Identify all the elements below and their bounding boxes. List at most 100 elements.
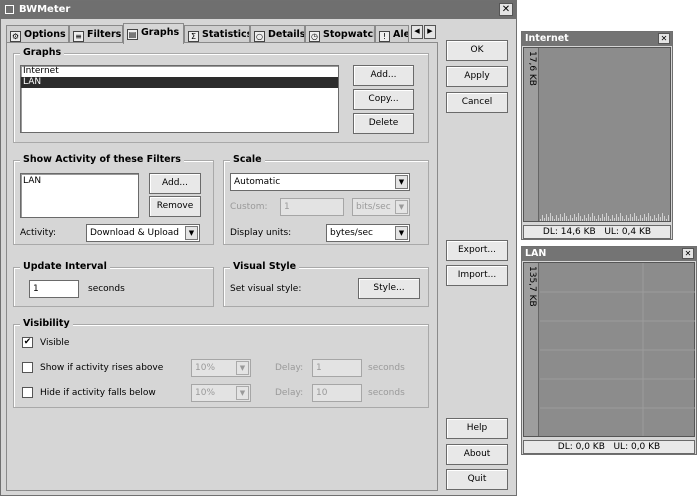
traffic-spike <box>644 214 645 221</box>
filters-group: Show Activity of these Filters LAN Add..… <box>13 154 214 245</box>
display-units-select[interactable]: bytes/sec ▼ <box>326 224 410 242</box>
scale-select[interactable]: Automatic ▼ <box>230 173 410 191</box>
list-item[interactable]: Internet <box>21 66 338 77</box>
traffic-spike <box>658 214 659 221</box>
traffic-spike <box>594 216 595 221</box>
add-filter-button[interactable]: Add... <box>149 173 201 194</box>
traffic-spike <box>590 217 591 221</box>
traffic-spike <box>662 213 663 221</box>
falls-delay-label: Delay: <box>275 388 304 398</box>
chevron-down-icon: ▼ <box>236 361 249 375</box>
internet-graph-window[interactable]: Internet ✕ 17,6 KB DL: 14,6 KB UL: 0,4 K… <box>521 31 673 240</box>
quit-button[interactable]: Quit <box>446 469 508 490</box>
tab-options[interactable]: ⚙ Options <box>6 25 69 43</box>
update-interval-input[interactable]: 1 <box>29 280 79 298</box>
traffic-spike <box>562 217 563 221</box>
internet-graph-titlebar[interactable]: Internet ✕ <box>522 32 672 46</box>
traffic-spike <box>598 215 599 221</box>
graphs-group: Graphs Internet LAN Add... Copy... Delet… <box>13 47 429 143</box>
traffic-spike <box>634 213 635 221</box>
traffic-spike <box>660 217 661 221</box>
hide-if-falls-label: Hide if activity falls below <box>40 388 156 398</box>
list-item[interactable]: LAN <box>21 176 138 187</box>
lan-graph-titlebar[interactable]: LAN ✕ <box>522 247 696 261</box>
activity-select[interactable]: Download & Upload ▼ <box>86 224 200 242</box>
traffic-spike <box>646 217 647 221</box>
lan-close-button[interactable]: ✕ <box>682 248 694 259</box>
style-button[interactable]: Style... <box>358 278 420 299</box>
custom-label: Custom: <box>230 202 268 212</box>
tab-scroll-right-button[interactable]: ▶ <box>424 25 436 39</box>
traffic-spike <box>628 218 629 221</box>
falls-delay-input[interactable]: 10 <box>312 384 362 402</box>
internet-traffic-bars <box>540 213 669 221</box>
apply-button[interactable]: Apply <box>446 66 508 87</box>
lan-graph-window[interactable]: LAN ✕ 135,7 KB DL: 0,0 KB UL: 0,0 KB <box>521 246 697 455</box>
traffic-spike <box>624 219 625 221</box>
import-button[interactable]: Import... <box>446 265 508 286</box>
rises-delay-label: Delay: <box>275 363 304 373</box>
internet-close-button[interactable]: ✕ <box>658 33 670 44</box>
tab-alerts[interactable]: !Aler <box>375 25 409 43</box>
hide-if-falls-checkbox[interactable] <box>22 387 33 398</box>
rises-delay-input[interactable]: 1 <box>312 359 362 377</box>
window-title: BWMeter <box>19 4 71 15</box>
internet-graph-title: Internet <box>525 33 569 44</box>
lan-ul-value: UL: 0,0 KB <box>613 442 661 452</box>
traffic-spike <box>546 214 547 221</box>
falls-percent-select[interactable]: 10% ▼ <box>191 384 251 402</box>
scale-group: Scale Automatic ▼ Custom: 1 bits/sec ▼ D… <box>223 154 429 245</box>
traffic-spike <box>614 218 615 221</box>
arrow-left-icon: ◀ <box>414 27 420 35</box>
chevron-down-icon: ▼ <box>185 226 198 240</box>
delete-graph-button[interactable]: Delete <box>353 113 414 134</box>
traffic-spike <box>640 215 641 221</box>
close-button[interactable]: ✕ <box>499 3 513 16</box>
cancel-button[interactable]: Cancel <box>446 92 508 113</box>
export-button[interactable]: Export... <box>446 240 508 261</box>
scale-select-value: Automatic <box>234 177 281 187</box>
graphs-tab-panel: Graphs Internet LAN Add... Copy... Delet… <box>6 42 438 491</box>
tab-graphs[interactable]: ▤ Graphs <box>123 23 184 44</box>
window-titlebar[interactable]: BWMeter ✕ <box>1 1 516 19</box>
traffic-spike <box>610 219 611 221</box>
rises-percent-value: 10% <box>195 363 216 373</box>
tab-filters[interactable]: ≡ Filters <box>69 25 123 43</box>
traffic-spike <box>600 218 601 221</box>
display-units-label: Display units: <box>230 228 292 238</box>
help-button[interactable]: Help <box>446 418 508 439</box>
copy-graph-button[interactable]: Copy... <box>353 89 414 110</box>
lan-graph-area: 135,7 KB <box>523 262 695 437</box>
traffic-spike <box>558 218 559 221</box>
sigma-icon: Σ <box>188 31 199 42</box>
visual-style-group: Visual Style Set visual style: Style... <box>223 261 429 307</box>
about-button[interactable]: About <box>446 444 508 465</box>
ok-button[interactable]: OK <box>446 40 508 61</box>
graphs-listbox[interactable]: Internet LAN <box>20 65 339 133</box>
activity-select-value: Download & Upload <box>90 228 180 238</box>
traffic-spike <box>596 219 597 221</box>
chevron-down-icon: ▼ <box>395 175 408 189</box>
filters-listbox[interactable]: LAN <box>20 173 139 218</box>
bwmeter-main-window: BWMeter ✕ ⚙ Options ≡ Filters ▤ Graphs Σ Sta… <box>0 0 517 496</box>
traffic-spike <box>578 213 579 221</box>
custom-scale-input[interactable]: 1 <box>280 198 344 216</box>
show-if-rises-checkbox[interactable] <box>22 362 33 373</box>
traffic-spike <box>620 213 621 221</box>
show-if-rises-label: Show if activity rises above <box>40 363 164 373</box>
remove-filter-button[interactable]: Remove <box>149 196 201 217</box>
traffic-spike <box>652 219 653 221</box>
rises-percent-select[interactable]: 10% ▼ <box>191 359 251 377</box>
add-graph-button[interactable]: Add... <box>353 65 414 86</box>
list-item[interactable]: LAN <box>21 77 338 88</box>
arrow-right-icon: ▶ <box>427 27 433 35</box>
traffic-spike <box>554 219 555 221</box>
chevron-down-icon: ▼ <box>395 226 408 240</box>
lan-graph-title: LAN <box>525 248 547 259</box>
tab-statistics[interactable]: Σ Statistics <box>184 25 250 43</box>
custom-unit-select[interactable]: bits/sec ▼ <box>352 198 410 216</box>
tab-details[interactable]: ○ Details <box>250 25 305 43</box>
tab-scroll-left-button[interactable]: ◀ <box>411 25 423 39</box>
tab-stopwatch[interactable]: ◷ Stopwatch <box>305 25 375 43</box>
visible-checkbox[interactable]: ✔ <box>22 337 33 348</box>
